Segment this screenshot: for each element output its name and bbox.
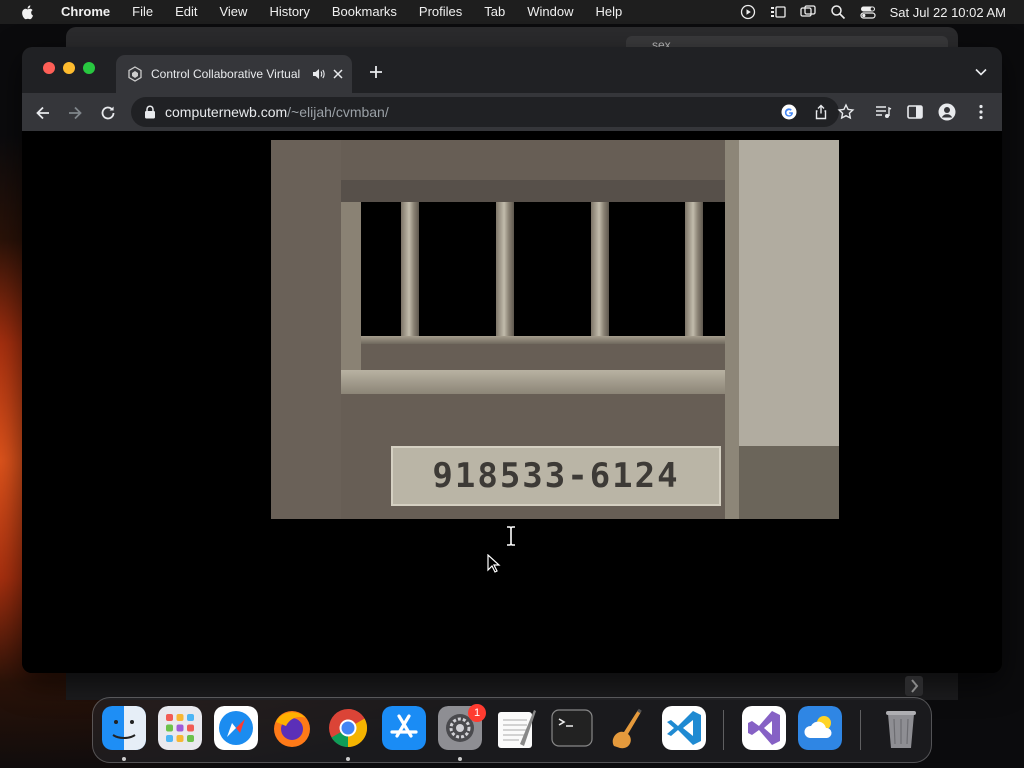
forward-arrow-icon[interactable] — [66, 104, 84, 122]
menu-help[interactable]: Help — [585, 0, 634, 24]
menubar-clock[interactable]: Sat Jul 22 10:02 AM — [890, 5, 1006, 20]
lock-icon[interactable] — [144, 105, 156, 119]
launchpad-icon[interactable] — [158, 706, 202, 750]
status-area: Sat Jul 22 10:02 AM — [740, 0, 1006, 24]
apple-logo-icon[interactable] — [20, 4, 36, 20]
close-window-button[interactable] — [43, 62, 55, 74]
chrome-window: Control Collaborative Virtual computerne… — [22, 47, 1002, 673]
terminal-icon[interactable] — [550, 706, 594, 750]
url-text[interactable]: computernewb.com/~elijah/cvmban/ — [165, 104, 389, 120]
minimize-window-button[interactable] — [63, 62, 75, 74]
scene-bar — [591, 202, 609, 338]
scene-bar — [401, 202, 419, 338]
textedit-icon[interactable] — [494, 706, 538, 750]
dock: 1 — [92, 697, 932, 763]
browser-toolbar: computernewb.com/~elijah/cvmban/ — [22, 93, 1002, 131]
google-lens-icon[interactable] — [781, 104, 797, 120]
firefox-icon[interactable] — [270, 706, 314, 750]
notification-badge: 1 — [468, 704, 486, 722]
scene-bar — [496, 202, 514, 338]
scene-right-wall-shadow — [739, 446, 839, 519]
control-center-icon[interactable] — [860, 4, 876, 20]
tab-strip: Control Collaborative Virtual — [22, 47, 1002, 93]
scene-window-sill — [341, 370, 725, 394]
share-icon[interactable] — [813, 104, 829, 120]
url-path: /~elijah/cvmban/ — [287, 104, 389, 120]
bookmark-star-icon[interactable] — [837, 103, 855, 121]
vm-game-screen[interactable]: 918533-6124 — [271, 140, 839, 519]
new-tab-icon[interactable] — [368, 64, 384, 80]
weather-icon[interactable] — [798, 706, 842, 750]
dock-separator — [860, 710, 861, 750]
profile-avatar-icon[interactable] — [938, 103, 956, 121]
trash-icon[interactable] — [879, 706, 923, 750]
screen-mirroring-icon[interactable] — [799, 4, 816, 20]
stage-manager-icon[interactable] — [770, 4, 786, 20]
tab-audio-icon[interactable] — [311, 67, 325, 81]
visual-studio-code-icon[interactable] — [662, 706, 706, 750]
dock-scroll-chevron[interactable] — [905, 676, 923, 696]
garageband-icon[interactable] — [606, 706, 650, 750]
address-bar[interactable]: computernewb.com/~elijah/cvmban/ — [131, 97, 839, 127]
mouse-pointer-icon — [487, 554, 501, 573]
back-arrow-icon[interactable] — [34, 104, 52, 122]
running-indicator — [458, 757, 462, 761]
spotlight-search-icon[interactable] — [830, 4, 846, 20]
menu-bookmarks[interactable]: Bookmarks — [321, 0, 408, 24]
menu-file[interactable]: File — [121, 0, 164, 24]
menu-window[interactable]: Window — [516, 0, 584, 24]
text-cursor-icon — [507, 526, 515, 546]
running-indicator — [122, 757, 126, 761]
menu-edit[interactable]: Edit — [164, 0, 208, 24]
finder-icon[interactable] — [102, 706, 146, 750]
menu-tab[interactable]: Tab — [473, 0, 516, 24]
scene-number-plate: 918533-6124 — [391, 446, 721, 506]
menu-app-name[interactable]: Chrome — [50, 0, 121, 24]
menu-history[interactable]: History — [258, 0, 320, 24]
visual-studio-icon[interactable] — [742, 706, 786, 750]
menu-view[interactable]: View — [208, 0, 258, 24]
active-tab[interactable]: Control Collaborative Virtual — [116, 55, 352, 93]
scene-window-rail — [361, 336, 725, 344]
zoom-window-button[interactable] — [83, 62, 95, 74]
reload-icon[interactable] — [99, 104, 117, 122]
scene-window-lintel — [341, 180, 725, 202]
media-control-icon[interactable] — [874, 103, 892, 121]
dock-separator — [723, 710, 724, 750]
scene-bar — [685, 202, 703, 338]
chrome-icon[interactable] — [326, 706, 370, 750]
tab-title: Control Collaborative Virtual — [151, 67, 301, 81]
url-host: computernewb.com — [165, 104, 288, 120]
running-indicator — [346, 757, 350, 761]
tab-search-chevron-icon[interactable] — [974, 65, 988, 79]
scene-pillar — [725, 140, 739, 519]
scene-window-jamb — [341, 202, 361, 372]
background-window-bottom — [66, 672, 958, 700]
app-store-icon[interactable] — [382, 706, 426, 750]
side-panel-icon[interactable] — [906, 103, 924, 121]
scene-right-wall — [739, 140, 839, 446]
play-circle-icon[interactable] — [740, 4, 756, 20]
chevron-right-icon — [911, 679, 919, 693]
menu-bar: Chrome File Edit View History Bookmarks … — [0, 0, 1024, 24]
page-content: 918533-6124 — [22, 131, 1002, 673]
scene-left-wall — [271, 140, 341, 519]
safari-icon[interactable] — [214, 706, 258, 750]
site-favicon-icon — [128, 66, 142, 82]
tab-close-icon[interactable] — [332, 68, 344, 80]
menu-profiles[interactable]: Profiles — [408, 0, 473, 24]
kebab-menu-icon[interactable] — [972, 103, 990, 121]
